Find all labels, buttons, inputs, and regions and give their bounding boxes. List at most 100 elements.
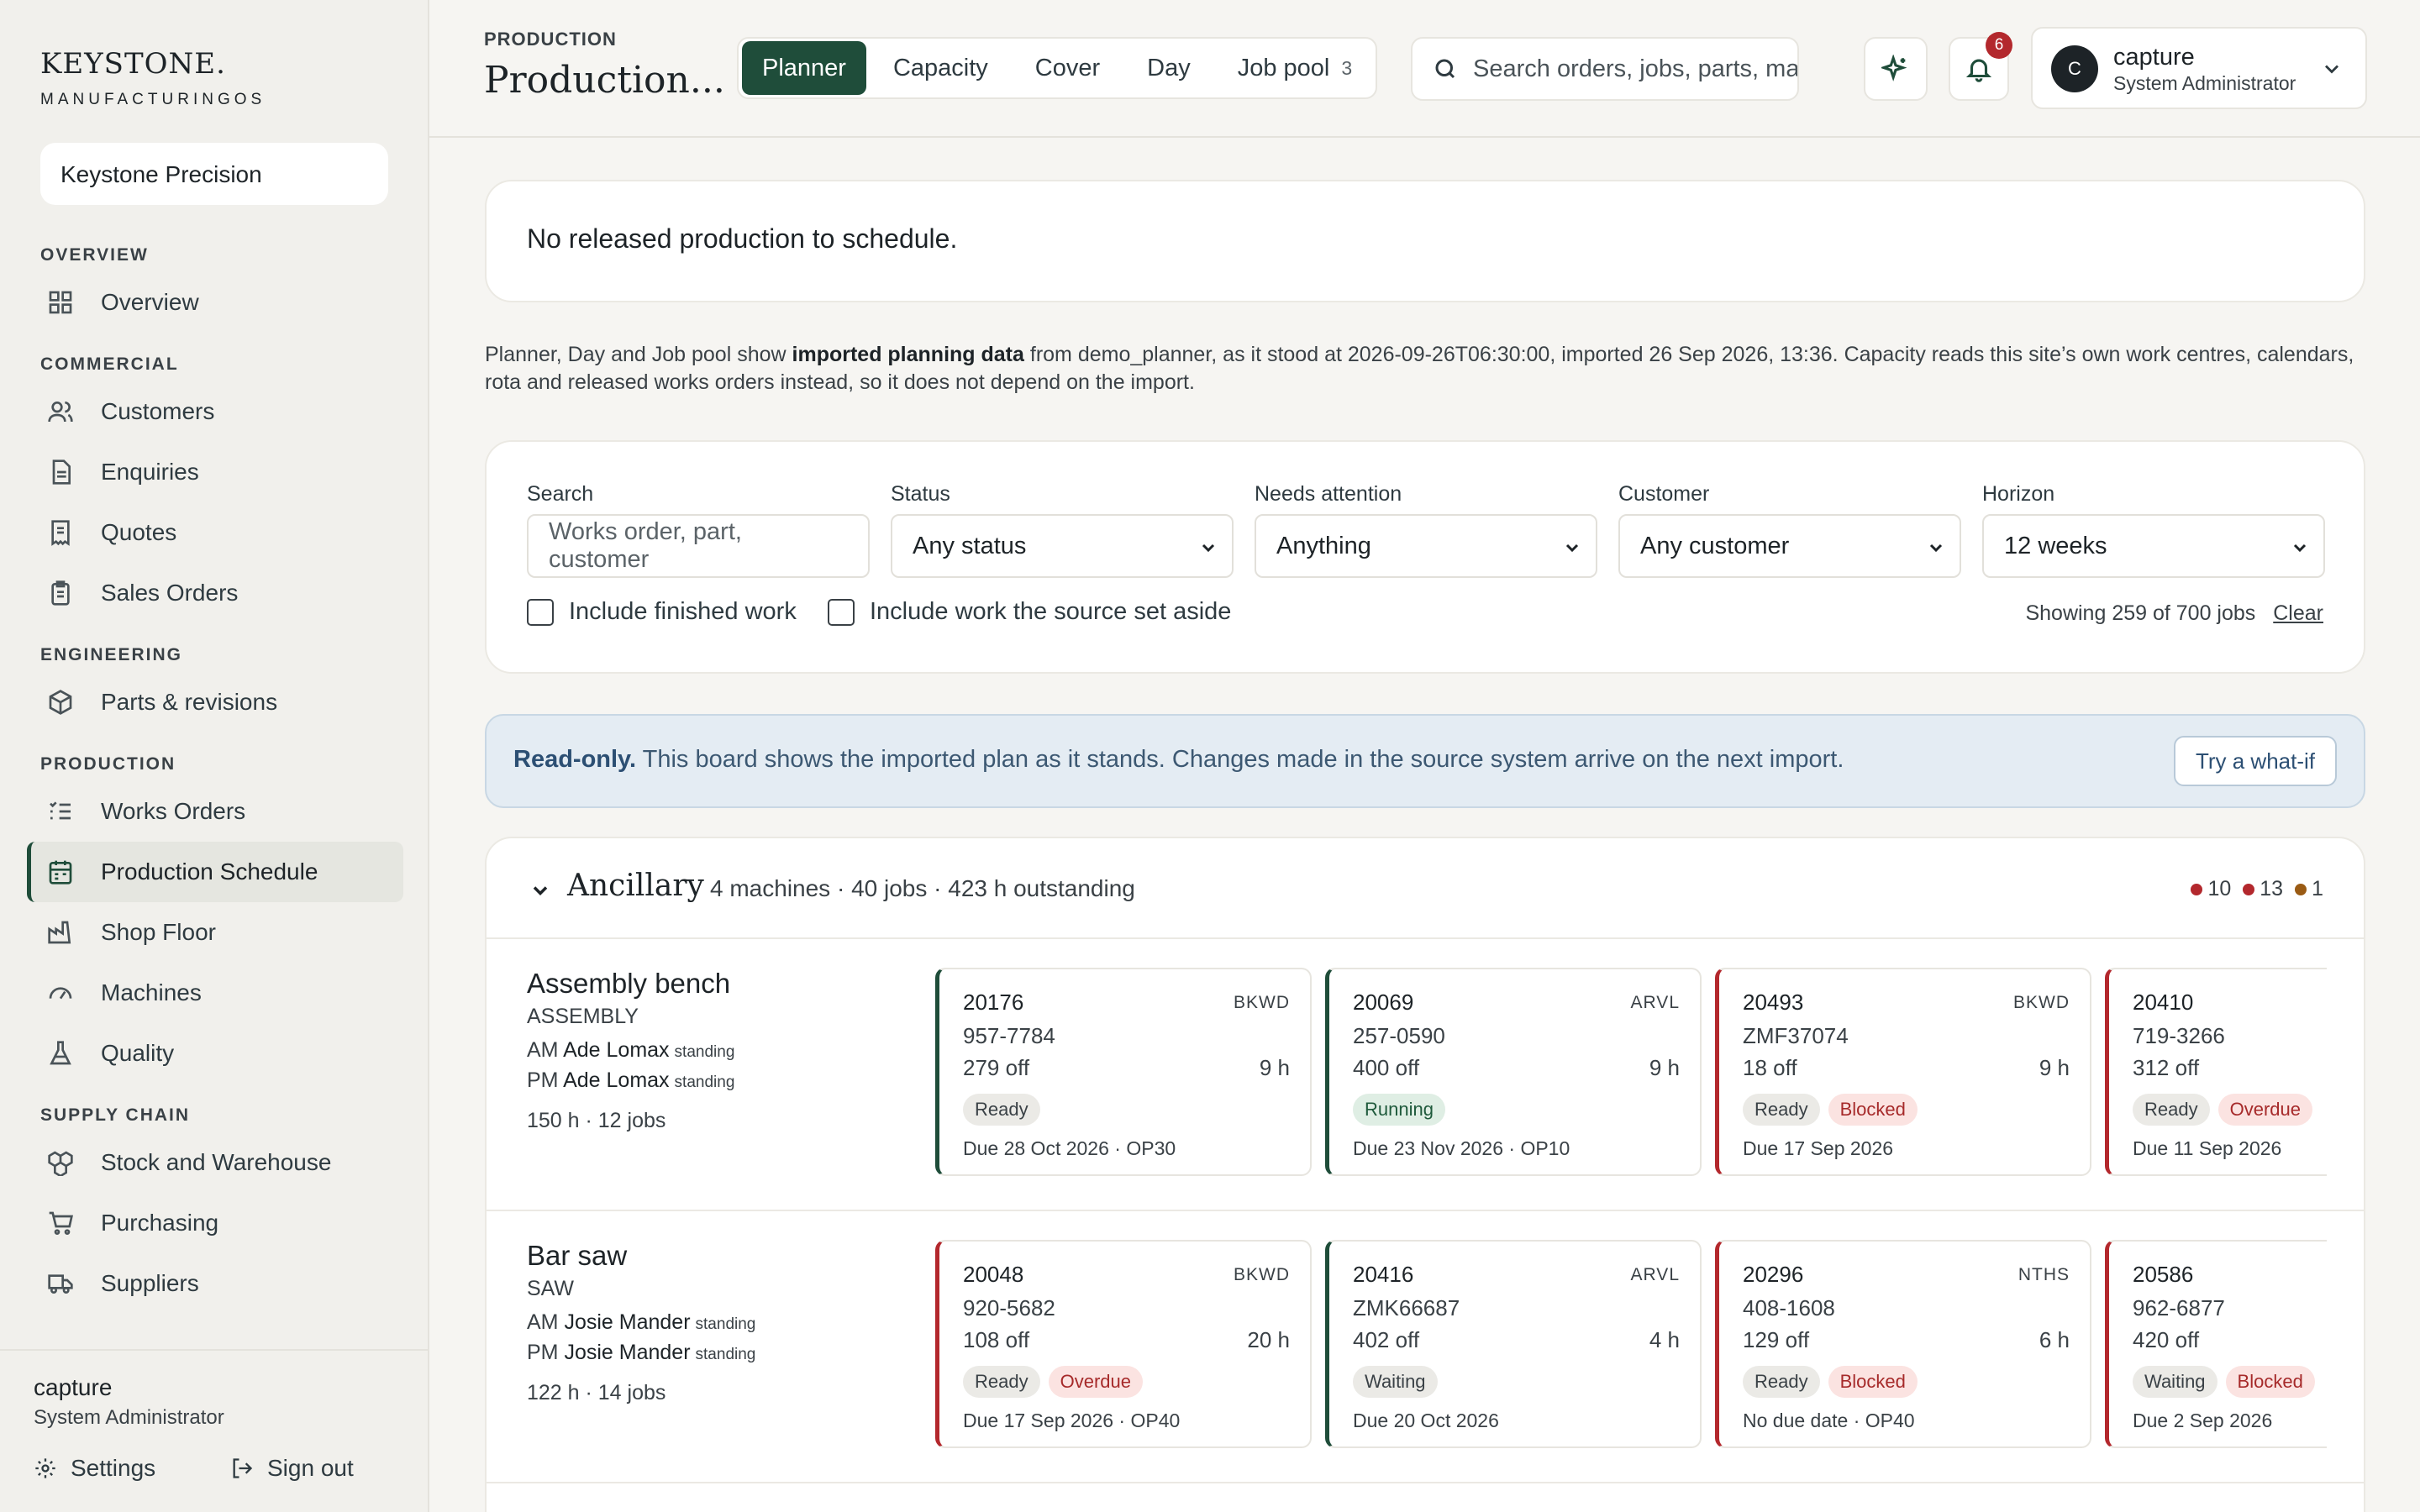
sidebar-item-production-schedule[interactable]: Production Schedule [27, 842, 403, 902]
gear-icon [35, 1458, 55, 1478]
job-tags: Waiting [1353, 1366, 1438, 1398]
sidebar-item-parts[interactable]: Parts & revisions [27, 672, 403, 732]
filter-panel: Search Works order, part, customer Statu… [485, 440, 2365, 674]
include-setaside-label: Include work the source set aside [870, 598, 1232, 625]
filter-customer-select[interactable]: Any customer [1618, 514, 1961, 578]
filter-horizon-select[interactable]: 12 weeks [1982, 514, 2325, 578]
brand-name: KEYSTONE. [40, 47, 226, 81]
machine-name[interactable]: Assembly bench [527, 968, 730, 1000]
tab-job-pool[interactable]: Job pool 3 [1218, 41, 1372, 95]
status-badge: Ready [963, 1366, 1040, 1398]
job-card[interactable]: 20586 962-6877 420 off Waiting Blocked Due 2 … [2105, 1240, 2327, 1448]
filter-attention-select[interactable]: Anything [1255, 514, 1597, 578]
tab-capacity[interactable]: Capacity [873, 41, 1008, 95]
sidebar-item-label: Works Orders [101, 798, 246, 824]
nav-section-overview: OVERVIEW [40, 245, 149, 265]
filter-attention-label: Needs attention [1255, 482, 1402, 506]
machine-name[interactable]: Bar saw [527, 1240, 627, 1272]
clear-filters-link[interactable]: Clear [2273, 601, 2323, 625]
machine-type: ASSEMBLY [527, 1005, 639, 1028]
sidebar-item-customers[interactable]: Customers [27, 381, 403, 442]
sidebar-item-quality[interactable]: Quality [27, 1023, 403, 1084]
group-title: Ancillary [567, 869, 704, 903]
shift-am: AM Ade Lomax standing [527, 1038, 735, 1062]
include-finished-checkbox[interactable]: Include finished work [527, 598, 797, 626]
part-number: 408-1608 [1743, 1295, 1835, 1320]
job-card[interactable]: 20069 ARVL 257-0590 400 off 9 h Running Due 23… [1325, 968, 1702, 1176]
settings-button[interactable]: Settings [34, 1455, 155, 1482]
quantity: 402 off [1353, 1327, 1420, 1352]
top-header: PRODUCTION Production... Planner Capacit… [429, 0, 2420, 138]
sidebar-item-label: Suppliers [101, 1270, 199, 1296]
sign-out-button[interactable]: Sign out [230, 1455, 354, 1482]
status-badge: Blocked [2225, 1366, 2315, 1398]
readonly-banner: Read-only. This board shows the imported… [485, 714, 2365, 808]
cart-icon [49, 1211, 73, 1235]
sidebar-item-label: Sales Orders [101, 580, 239, 606]
filter-customer-value: Any customer [1640, 532, 1790, 559]
grid-icon [49, 291, 72, 314]
global-search [1411, 37, 1799, 101]
checkbox-box[interactable] [828, 598, 855, 626]
filter-status-select[interactable]: Any status [891, 514, 1234, 578]
tab-cover[interactable]: Cover [1015, 41, 1120, 95]
global-search-input[interactable] [1473, 55, 1797, 83]
job-hours: 20 h [1247, 1327, 1290, 1352]
job-hours: 9 h [2039, 1055, 2070, 1080]
sidebar-item-sales-orders[interactable]: Sales Orders [27, 563, 403, 623]
customer-code: BKWD [2013, 993, 2070, 1012]
include-setaside-checkbox[interactable]: Include work the source set aside [828, 598, 1231, 626]
status-badge: Waiting [2133, 1366, 2217, 1398]
what-if-button[interactable]: Try a what-if [2173, 736, 2337, 786]
user-menu[interactable]: C capture System Administrator [2031, 27, 2367, 109]
status-badge: Overdue [1048, 1366, 1143, 1398]
job-card[interactable]: 20048 BKWD 920-5682 108 off 20 h Ready Overdue… [935, 1240, 1312, 1448]
brand-logo[interactable]: KEYSTONE. MANUFACTURINGOS [40, 47, 266, 109]
job-hours: 9 h [1649, 1055, 1680, 1080]
shift-status: standing [695, 1346, 756, 1363]
import-note-text: Planner, Day and Job pool show [485, 343, 792, 366]
part-number: 257-0590 [1353, 1023, 1445, 1048]
sidebar-item-quotes[interactable]: Quotes [27, 502, 403, 563]
nav-section-production: PRODUCTION [40, 754, 176, 774]
job-card[interactable]: 20176 BKWD 957-7784 279 off 9 h Ready Due 28 O… [935, 968, 1312, 1176]
nav-section-commercial: COMMERCIAL [40, 354, 179, 374]
chevron-down-icon [1565, 543, 1579, 553]
site-selector[interactable]: Keystone Precision [40, 143, 388, 205]
job-id: 20048 [963, 1262, 1024, 1287]
notifications-button[interactable]: 6 [1949, 32, 2012, 101]
part-number: 962-6877 [2133, 1295, 2225, 1320]
job-card[interactable]: 20296 NTHS 408-1608 129 off 6 h Ready Blocked N… [1715, 1240, 2091, 1448]
customer-code: BKWD [1234, 1265, 1290, 1284]
group-summary: 4 machines · 40 jobs · 423 h outstanding [710, 875, 1135, 901]
sidebar-item-overview[interactable]: Overview [27, 272, 403, 333]
job-card[interactable]: 20416 ARVL ZMK66687 402 off 4 h Waiting Due 20… [1325, 1240, 1702, 1448]
sidebar-item-stock[interactable]: Stock and Warehouse [27, 1132, 403, 1193]
job-pool-count: 3 [1341, 57, 1353, 79]
user-role: System Administrator [2113, 72, 2296, 94]
sidebar-item-purchasing[interactable]: Purchasing [27, 1193, 403, 1253]
status-count: 13 [2243, 877, 2283, 901]
sidebar-item-shop-floor[interactable]: Shop Floor [27, 902, 403, 963]
sidebar-item-suppliers[interactable]: Suppliers [27, 1253, 403, 1314]
status-count: 10 [2191, 877, 2231, 901]
status-count-value: 10 [2207, 877, 2232, 900]
group-header[interactable]: Ancillary 4 machines · 40 jobs · 423 h o… [487, 838, 2364, 939]
quantity: 400 off [1353, 1055, 1420, 1080]
job-id: 20176 [963, 990, 1024, 1015]
chevron-down-icon [2293, 543, 2307, 553]
job-card[interactable]: 20493 BKWD ZMF37074 18 off 9 h Ready Blocked Du… [1715, 968, 2091, 1176]
sidebar-item-machines[interactable]: Machines [27, 963, 403, 1023]
assistant-button[interactable] [1864, 37, 1928, 101]
sidebar-item-enquiries[interactable]: Enquiries [27, 442, 403, 502]
sidebar-item-works-orders[interactable]: Works Orders [27, 781, 403, 842]
sidebar-user-name: capture [34, 1374, 113, 1400]
due-date: Due 17 Sep 2026 · OP40 [963, 1410, 1181, 1431]
tab-day[interactable]: Day [1127, 41, 1211, 95]
checkbox-box[interactable] [527, 598, 554, 626]
filter-search-input[interactable]: Works order, part, customer [527, 514, 870, 578]
job-card[interactable]: 20410 719-3266 312 off Ready Overdue Due 11 S… [2105, 968, 2327, 1176]
tab-planner[interactable]: Planner [742, 41, 866, 95]
job-hours: 4 h [1649, 1327, 1680, 1352]
chevron-down-icon[interactable] [529, 879, 552, 902]
